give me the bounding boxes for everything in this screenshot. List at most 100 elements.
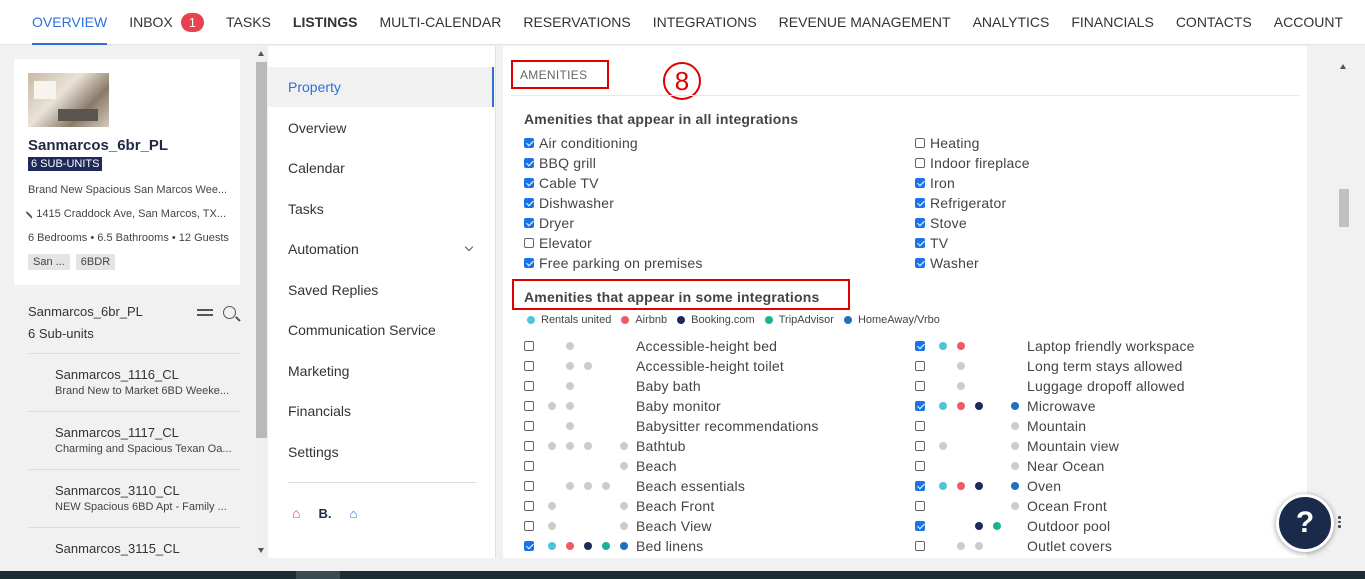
- nav-inbox[interactable]: INBOX 1: [129, 0, 205, 45]
- amenity-checkbox-row[interactable]: Dryer: [524, 215, 574, 231]
- nav-integrations[interactable]: INTEGRATIONS: [653, 0, 757, 45]
- airbnb-icon[interactable]: ⌂: [292, 505, 300, 521]
- amenity-checkbox[interactable]: [524, 381, 534, 391]
- amenity-integration-row[interactable]: Microwave: [915, 396, 1096, 416]
- amenity-checkbox[interactable]: [915, 521, 925, 531]
- amenity-checkbox[interactable]: [915, 461, 925, 471]
- menu-settings[interactable]: Settings: [268, 432, 494, 472]
- nav-financials[interactable]: FINANCIALS: [1071, 0, 1153, 45]
- amenity-integration-row[interactable]: Beach: [524, 456, 677, 476]
- amenity-checkbox-row[interactable]: Elevator: [524, 235, 592, 251]
- amenity-checkbox[interactable]: [524, 521, 534, 531]
- amenity-checkbox[interactable]: [524, 341, 534, 351]
- scrollbar-thumb[interactable]: [256, 62, 267, 438]
- nav-tasks[interactable]: TASKS: [226, 0, 271, 45]
- menu-communication-service[interactable]: Communication Service: [268, 310, 494, 350]
- amenity-integration-row[interactable]: Mountain: [915, 416, 1086, 436]
- amenity-checkbox[interactable]: [915, 441, 925, 451]
- vrbo-icon[interactable]: ⌂: [349, 506, 357, 521]
- property-card[interactable]: Sanmarcos_6br_PL 6 SUB-UNITS Brand New S…: [14, 59, 240, 285]
- amenity-integration-row[interactable]: Beach Front: [524, 496, 714, 516]
- amenity-checkbox[interactable]: [915, 258, 925, 268]
- amenity-checkbox[interactable]: [915, 218, 925, 228]
- menu-saved-replies[interactable]: Saved Replies: [268, 270, 494, 310]
- amenity-integration-row[interactable]: Baby bath: [524, 376, 701, 396]
- taskbar-item[interactable]: [296, 571, 340, 579]
- amenity-checkbox[interactable]: [915, 361, 925, 371]
- amenity-checkbox[interactable]: [524, 218, 534, 228]
- amenity-checkbox-row[interactable]: Indoor fireplace: [915, 155, 1030, 171]
- more-options-icon[interactable]: [1338, 516, 1342, 530]
- amenity-checkbox[interactable]: [915, 138, 925, 148]
- amenity-checkbox[interactable]: [524, 481, 534, 491]
- amenity-checkbox-row[interactable]: Stove: [915, 215, 967, 231]
- nav-contacts[interactable]: CONTACTS: [1176, 0, 1252, 45]
- left-scrollbar[interactable]: [255, 46, 268, 558]
- amenity-checkbox[interactable]: [524, 158, 534, 168]
- subunit-item[interactable]: Sanmarcos_3110_CL NEW Spacious 6BD Apt -…: [55, 483, 235, 513]
- menu-tasks[interactable]: Tasks: [268, 189, 494, 229]
- nav-overview[interactable]: OVERVIEW: [32, 0, 108, 45]
- menu-automation[interactable]: Automation: [268, 229, 494, 269]
- amenity-checkbox[interactable]: [915, 158, 925, 168]
- amenity-integration-row[interactable]: Outlet covers: [915, 536, 1112, 556]
- amenity-checkbox-row[interactable]: BBQ grill: [524, 155, 596, 171]
- amenity-checkbox-row[interactable]: Washer: [915, 255, 979, 271]
- amenity-checkbox[interactable]: [524, 441, 534, 451]
- amenity-integration-row[interactable]: Beach View: [524, 516, 712, 536]
- subunit-item[interactable]: Sanmarcos_1117_CL Charming and Spacious …: [55, 425, 235, 455]
- amenity-integration-row[interactable]: Luggage dropoff allowed: [915, 376, 1185, 396]
- scrollbar-thumb[interactable]: [1339, 189, 1349, 227]
- nav-reservations[interactable]: RESERVATIONS: [523, 0, 630, 45]
- amenity-checkbox[interactable]: [524, 178, 534, 188]
- menu-overview[interactable]: Overview: [268, 108, 494, 148]
- subunit-item[interactable]: Sanmarcos_1116_CL Brand New to Market 6B…: [55, 367, 235, 397]
- amenity-checkbox-row[interactable]: Air conditioning: [524, 135, 638, 151]
- nav-listings[interactable]: LISTINGS: [293, 0, 358, 45]
- amenity-checkbox[interactable]: [915, 381, 925, 391]
- amenity-integration-row[interactable]: Oven: [915, 476, 1061, 496]
- nav-account[interactable]: ACCOUNT: [1274, 0, 1343, 45]
- amenity-checkbox[interactable]: [915, 401, 925, 411]
- amenity-checkbox[interactable]: [915, 501, 925, 511]
- scroll-down-icon[interactable]: [258, 548, 264, 553]
- amenity-integration-row[interactable]: Long term stays allowed: [915, 356, 1183, 376]
- amenity-integration-row[interactable]: Baby monitor: [524, 396, 721, 416]
- menu-calendar[interactable]: Calendar: [268, 148, 494, 188]
- amenity-checkbox[interactable]: [915, 341, 925, 351]
- amenity-checkbox[interactable]: [524, 258, 534, 268]
- amenity-checkbox[interactable]: [915, 481, 925, 491]
- menu-marketing[interactable]: Marketing: [268, 351, 494, 391]
- amenity-checkbox[interactable]: [915, 238, 925, 248]
- amenity-checkbox[interactable]: [915, 198, 925, 208]
- booking-icon[interactable]: B.: [318, 506, 331, 521]
- help-button[interactable]: ?: [1276, 494, 1334, 552]
- amenity-checkbox[interactable]: [524, 421, 534, 431]
- amenity-integration-row[interactable]: Mountain view: [915, 436, 1119, 456]
- amenity-integration-row[interactable]: Bathtub: [524, 436, 686, 456]
- nav-revenue-management[interactable]: REVENUE MANAGEMENT: [779, 0, 951, 45]
- scroll-up-icon[interactable]: [258, 51, 264, 56]
- amenity-integration-row[interactable]: Bed linens: [524, 536, 703, 556]
- search-icon[interactable]: [223, 306, 236, 319]
- amenity-checkbox-row[interactable]: Cable TV: [524, 175, 599, 191]
- amenity-checkbox[interactable]: [524, 138, 534, 148]
- amenity-integration-row[interactable]: Accessible-height bed: [524, 336, 777, 356]
- amenity-integration-row[interactable]: Beach essentials: [524, 476, 745, 496]
- subunit-item[interactable]: Sanmarcos_3115_CL: [55, 541, 235, 556]
- nav-analytics[interactable]: ANALYTICS: [973, 0, 1050, 45]
- main-scrollbar[interactable]: [1336, 46, 1352, 558]
- amenity-checkbox[interactable]: [524, 401, 534, 411]
- amenity-integration-row[interactable]: Accessible-height toilet: [524, 356, 784, 376]
- scroll-up-icon[interactable]: [1340, 64, 1346, 69]
- amenity-checkbox-row[interactable]: Heating: [915, 135, 980, 151]
- amenity-checkbox-row[interactable]: Iron: [915, 175, 955, 191]
- amenity-checkbox[interactable]: [524, 461, 534, 471]
- amenity-checkbox[interactable]: [915, 178, 925, 188]
- amenity-checkbox[interactable]: [524, 238, 534, 248]
- amenity-checkbox[interactable]: [524, 541, 534, 551]
- amenity-checkbox-row[interactable]: Refrigerator: [915, 195, 1006, 211]
- amenity-integration-row[interactable]: Laptop friendly workspace: [915, 336, 1195, 356]
- amenity-checkbox-row[interactable]: Dishwasher: [524, 195, 614, 211]
- filter-sliders-icon[interactable]: [197, 306, 213, 318]
